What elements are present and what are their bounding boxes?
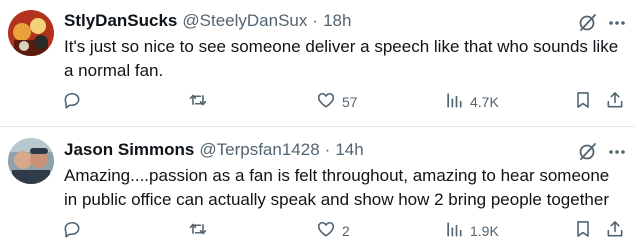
bookmark-button[interactable] [573,90,593,114]
avatar[interactable] [8,138,54,184]
tweet-header: StlyDanSucks @SteelyDanSux · 18h [64,10,351,32]
tweet-header: Jason Simmons @Terpsfan1428 · 14h [64,139,364,161]
tweet-text: It's just so nice to see someone deliver… [64,37,619,80]
tweet[interactable]: Jason Simmons @Terpsfan1428 · 14h Amazin… [0,127,634,252]
like-count: 57 [342,94,358,110]
views-icon [444,219,464,244]
like-button[interactable]: 57 [316,90,358,114]
tweet-text: Amazing....passion as a fan is felt thro… [64,166,610,209]
timestamp[interactable]: 18h [323,11,351,31]
comment-icon [62,219,82,244]
user-handle[interactable]: @SteelyDanSux [182,11,307,31]
heart-icon [316,90,336,115]
view-count: 1.9K [470,223,499,239]
like-button[interactable]: 2 [316,219,350,243]
bookmark-icon [573,90,593,115]
share-button[interactable] [605,219,625,243]
display-name[interactable]: StlyDanSucks [64,11,177,31]
views-icon [444,90,464,115]
timestamp[interactable]: 14h [335,140,363,160]
share-button[interactable] [605,90,625,114]
views-button[interactable]: 4.7K [444,90,499,114]
retweet-icon [188,219,208,244]
action-bar: 2 1.9K [0,219,634,243]
retweet-button[interactable] [188,90,214,114]
share-icon [605,90,625,115]
reply-feed: StlyDanSucks @SteelyDanSux · 18h It's ju… [0,0,634,252]
separator-dot: · [324,140,331,159]
more-icon[interactable] [606,141,628,163]
avatar[interactable] [8,10,54,56]
reply-button[interactable] [62,219,88,243]
views-button[interactable]: 1.9K [444,219,499,243]
reply-button[interactable] [62,90,88,114]
display-name[interactable]: Jason Simmons [64,140,194,160]
bookmark-button[interactable] [573,219,593,243]
heart-icon [316,219,336,244]
view-count: 4.7K [470,94,499,110]
comment-icon [62,90,82,115]
tweet[interactable]: StlyDanSucks @SteelyDanSux · 18h It's ju… [0,0,634,126]
grok-icon[interactable] [578,141,598,161]
more-icon[interactable] [606,12,628,34]
retweet-button[interactable] [188,219,214,243]
share-icon [605,219,625,244]
separator-dot: · [312,11,319,30]
like-count: 2 [342,223,350,239]
action-bar: 57 4.7K [0,90,634,114]
user-handle[interactable]: @Terpsfan1428 [199,140,319,160]
retweet-icon [188,90,208,115]
bookmark-icon [573,219,593,244]
grok-icon[interactable] [578,12,598,32]
